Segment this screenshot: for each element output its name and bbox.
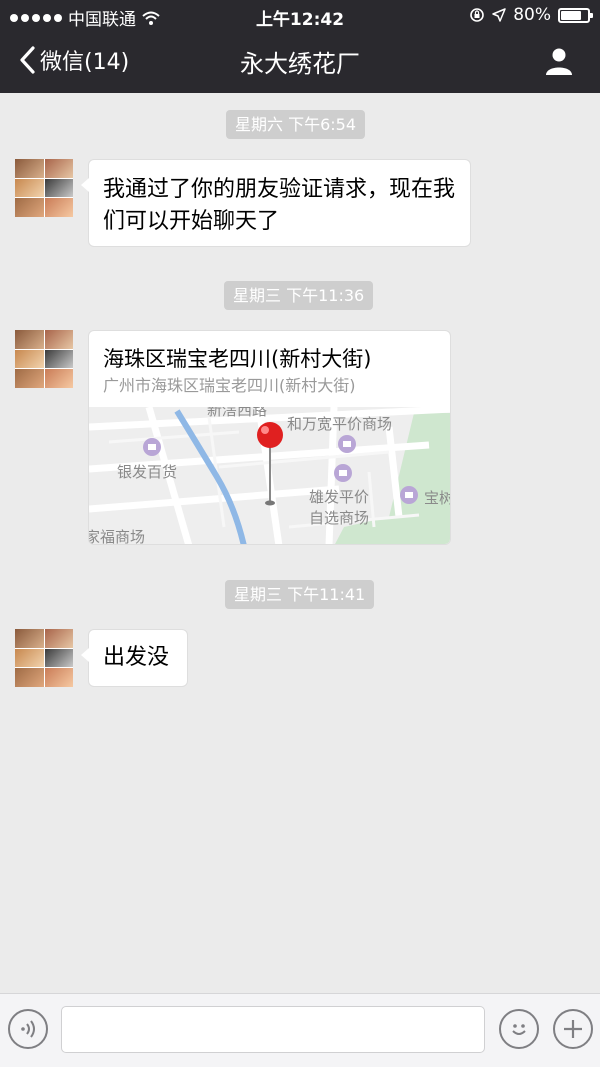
battery-fill <box>561 10 582 20</box>
timestamp-badge: 星期六 下午6:54 <box>226 110 366 139</box>
message-input[interactable] <box>61 1006 485 1053</box>
more-button[interactable] <box>553 1009 593 1049</box>
navigation-bar: 微信(14) 永大绣花厂 <box>0 30 600 93</box>
map-label: 自选商场 <box>309 509 369 527</box>
location-arrow-icon <box>492 8 506 22</box>
location-name: 海珠区瑞宝老四川(新村大街) <box>103 347 372 371</box>
message-text: 我通过了你的朋友验证请求，现在我们可以开始聊天了 <box>103 177 456 234</box>
message-bubble[interactable]: 出发没 <box>81 629 188 687</box>
rotation-lock-icon <box>470 8 485 22</box>
location-map[interactable]: 新滘西路 和万宽平价商场 银发百货 雄发平价 自选商场 宝树 家福商场 <box>89 407 451 545</box>
map-label: 雄发平价 <box>309 488 369 506</box>
battery-percent: 80% <box>513 5 551 25</box>
message-text: 出发没 <box>103 645 170 670</box>
chat-area: 星期六 下午6:54 我通过了你的朋友验证请求，现在我们可以开始聊天了 星期三 … <box>0 93 600 993</box>
input-bar <box>0 993 600 1067</box>
location-address: 广州市海珠区瑞宝老四川(新村大街) <box>103 376 356 395</box>
avatar[interactable] <box>15 629 73 687</box>
timestamp-badge: 星期三 下午11:36 <box>224 281 374 310</box>
top-bar: 中国联通 上午12:42 80% 微信(14) 永大绣花厂 <box>0 0 600 93</box>
location-message[interactable]: 海珠区瑞宝老四川(新村大街) 广州市海珠区瑞宝老四川(新村大街) 新滘西路 和万… <box>88 330 451 545</box>
emoji-button[interactable] <box>499 1009 539 1049</box>
battery-icon <box>558 7 593 23</box>
map-label: 新滘西路 <box>207 407 267 419</box>
voice-icon <box>21 1020 35 1038</box>
avatar[interactable] <box>15 330 73 388</box>
message-bubble[interactable]: 我通过了你的朋友验证请求，现在我们可以开始聊天了 <box>81 159 471 247</box>
map-label: 家福商场 <box>89 528 145 545</box>
avatar[interactable] <box>15 159 73 217</box>
plus-icon <box>564 1020 582 1038</box>
map-label: 银发百货 <box>117 463 177 481</box>
voice-button[interactable] <box>8 1009 48 1049</box>
map-label: 宝树 <box>424 489 451 507</box>
person-icon[interactable] <box>544 46 574 76</box>
chat-title: 永大绣花厂 <box>240 50 360 78</box>
map-label: 和万宽平价商场 <box>287 415 392 433</box>
status-bar: 中国联通 上午12:42 80% <box>0 0 600 30</box>
emoji-icon <box>512 1024 526 1035</box>
timestamp-badge: 星期三 下午11:41 <box>225 580 375 609</box>
status-right: 80% <box>469 5 593 25</box>
